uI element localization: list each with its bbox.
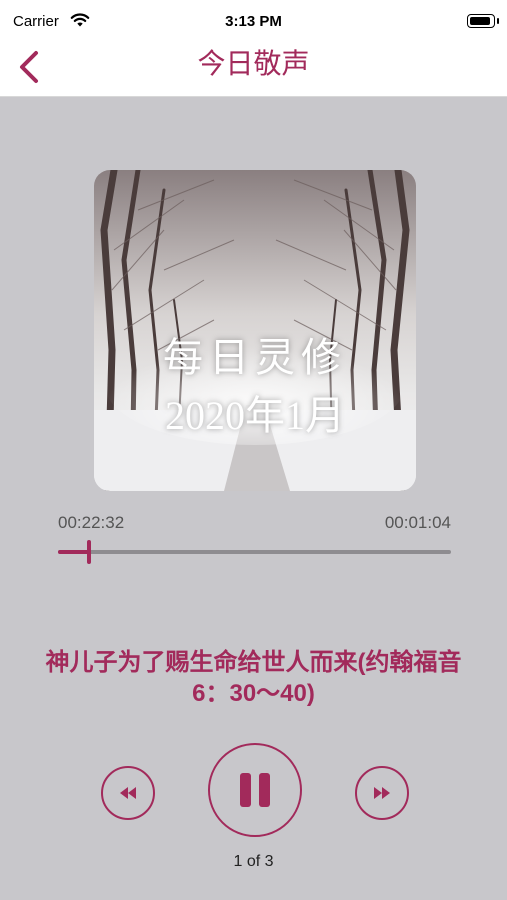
progress-thumb[interactable] [87, 540, 92, 564]
remaining-time: 00:01:04 [384, 513, 451, 532]
rewind-button[interactable] [101, 766, 155, 820]
album-artwork: 每日灵修 2020年1月 [94, 170, 416, 491]
progress-slider[interactable] [58, 540, 451, 564]
track-counter: 1 of 3 [233, 853, 274, 870]
episode-title: 神儿子为了赐生命给世人而来(约翰福音6：30～40) [45, 649, 462, 707]
navigation-bar: 今日敬声 [0, 44, 507, 97]
elapsed-time: 00:22:32 [58, 513, 125, 532]
pause-icon [240, 773, 270, 807]
status-time: 3:13 PM [225, 13, 282, 30]
rewind-icon [120, 787, 136, 799]
fast-forward-icon [374, 787, 390, 799]
pause-button[interactable] [208, 743, 302, 837]
progress-fill [58, 550, 90, 554]
battery-icon [467, 14, 499, 28]
page-title: 今日敬声 [197, 48, 310, 79]
fast-forward-button[interactable] [355, 766, 409, 820]
artwork-title: 每日灵修 [163, 335, 347, 380]
status-bar: Carrier 3:13 PM [0, 0, 507, 44]
artwork-subtitle: 2020年1月 [165, 393, 345, 438]
